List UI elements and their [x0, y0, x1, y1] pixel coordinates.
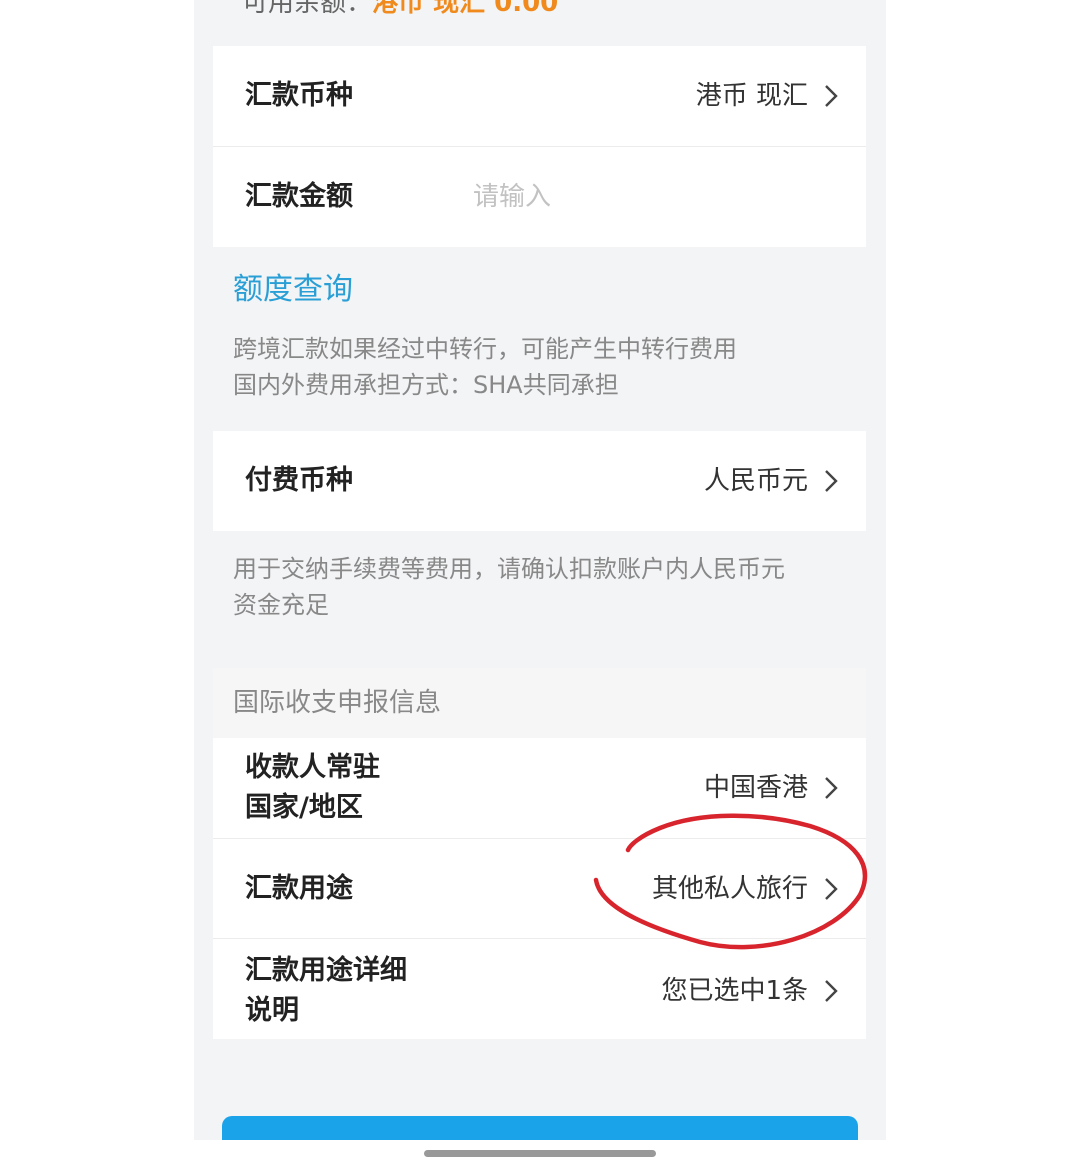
purpose-detail-row[interactable]: 汇款用途详细 说明 您已选中1条 — [213, 938, 866, 1039]
balance-label: 可用余额： — [242, 0, 373, 18]
chevron-right-icon — [825, 777, 838, 799]
fee-note-line-2: 国内外费用承担方式：SHA共同承担 — [233, 371, 619, 399]
purpose-detail-value: 您已选中1条 — [661, 976, 808, 1006]
available-balance-partial: 可用余额：港币 现汇 0.00 — [242, 0, 558, 19]
pay-currency-row[interactable]: 付费币种 人民币元 — [213, 431, 866, 531]
declaration-section-header: 国际收支申报信息 — [213, 668, 866, 738]
pay-note-line-1: 用于交纳手续费等费用，请确认扣款账户内人民币元 — [233, 555, 785, 583]
remit-purpose-row[interactable]: 汇款用途 其他私人旅行 — [213, 838, 866, 938]
home-indicator — [424, 1150, 656, 1157]
payee-country-label-line-2: 国家/地区 — [245, 792, 363, 823]
balance-value: 港币 现汇 0.00 — [372, 0, 559, 18]
pay-note: 用于交纳手续费等费用，请确认扣款账户内人民币元 资金充足 — [233, 551, 863, 623]
remit-currency-row[interactable]: 汇款币种 港币 现汇 — [213, 46, 866, 146]
pay-note-line-2: 资金充足 — [233, 591, 329, 619]
remit-amount-input[interactable]: 请输入 — [473, 177, 551, 217]
declaration-section-title: 国际收支申报信息 — [233, 688, 442, 718]
remit-card: 汇款币种 港币 现汇 汇款金额 请输入 — [213, 46, 866, 247]
remit-purpose-label: 汇款用途 — [245, 873, 353, 904]
chevron-right-icon — [825, 878, 838, 900]
pay-currency-value: 人民币元 — [703, 466, 808, 496]
remit-purpose-value: 其他私人旅行 — [651, 874, 808, 904]
payee-country-value: 中国香港 — [703, 773, 808, 803]
submit-button[interactable] — [222, 1116, 858, 1140]
purpose-detail-label-line-1: 汇款用途详细 — [245, 955, 407, 986]
remit-currency-value: 港币 现汇 — [695, 81, 808, 111]
pay-currency-card: 付费币种 人民币元 — [213, 431, 866, 531]
fee-note: 跨境汇款如果经过中转行，可能产生中转行费用 国内外费用承担方式：SHA共同承担 — [233, 331, 863, 403]
chevron-right-icon — [825, 85, 838, 107]
purpose-detail-label-line-2: 说明 — [245, 995, 299, 1026]
phone-screen: 可用余额：港币 现汇 0.00 汇款币种 港币 现汇 汇款金额 请输入 额度查询… — [194, 0, 886, 1140]
remit-amount-row[interactable]: 汇款金额 请输入 — [213, 146, 866, 247]
payee-country-label-line-1: 收款人常驻 — [245, 752, 380, 783]
remit-amount-label: 汇款金额 — [245, 181, 353, 212]
payee-country-row[interactable]: 收款人常驻 国家/地区 中国香港 — [213, 738, 866, 838]
declaration-card: 收款人常驻 国家/地区 中国香港 汇款用途 其他私人旅行 汇款用途详细 说明 您… — [213, 738, 866, 1039]
chevron-right-icon — [825, 470, 838, 492]
remit-currency-label: 汇款币种 — [245, 80, 353, 111]
fee-note-line-1: 跨境汇款如果经过中转行，可能产生中转行费用 — [233, 335, 737, 363]
chevron-right-icon — [825, 980, 838, 1002]
quota-query-link[interactable]: 额度查询 — [233, 270, 353, 310]
pay-currency-label: 付费币种 — [245, 465, 353, 496]
